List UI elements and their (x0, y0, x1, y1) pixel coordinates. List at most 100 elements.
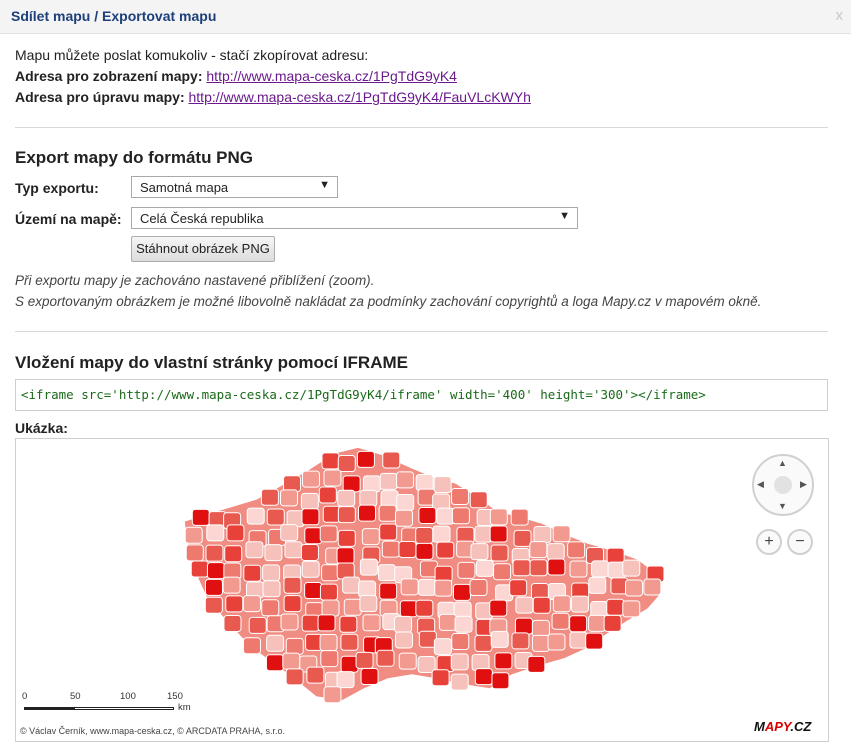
export-type-value: Samotná mapa (140, 180, 229, 195)
zoom-out-button[interactable]: − (787, 529, 813, 555)
map-district (438, 613, 457, 631)
pan-up-icon[interactable]: ▲ (778, 458, 787, 468)
map-district (190, 560, 209, 578)
map-district (490, 630, 509, 648)
map-district (493, 563, 512, 581)
map-district (591, 560, 610, 578)
map-district (282, 652, 301, 670)
dialog-title: Sdílet mapu / Exportovat mapu (11, 8, 217, 24)
download-png-button[interactable]: Stáhnout obrázek PNG (131, 236, 275, 262)
edit-url-link[interactable]: http://www.mapa-ceska.cz/1PgTdG9yK4/FauV… (189, 89, 531, 105)
map-district (396, 493, 415, 511)
edit-url-row: Adresa pro úpravu mapy: http://www.mapa-… (15, 87, 531, 108)
map-district (529, 559, 548, 577)
mapy-cz-logo[interactable]: MAPY.CZ (754, 719, 811, 734)
map-district (304, 582, 323, 600)
share-intro: Mapu můžete poslat komukoliv - stačí zko… (15, 47, 369, 63)
view-url-row: Adresa pro zobrazení mapy: http://www.ma… (15, 66, 531, 87)
dropdown-arrow-icon: ▼ (319, 179, 330, 191)
map-district (552, 525, 571, 543)
map-district (359, 489, 378, 507)
map-district (301, 508, 320, 526)
map-district (224, 545, 243, 563)
export-note-zoom: Při exportu mapy je zachováno nastavené … (15, 273, 375, 288)
map-district (533, 526, 552, 544)
map-district (415, 473, 434, 491)
dialog-titlebar: Sdílet mapu / Exportovat mapu x (0, 0, 851, 34)
map-district (643, 578, 662, 596)
map-district (266, 508, 285, 526)
map-district (415, 526, 434, 544)
view-url-link[interactable]: http://www.mapa-ceska.cz/1PgTdG9yK4 (206, 68, 457, 84)
map-district (376, 649, 395, 667)
pan-right-icon[interactable]: ▶ (800, 479, 807, 490)
map-district (509, 579, 528, 597)
pan-center[interactable] (774, 476, 792, 494)
map-district (264, 544, 283, 562)
map-district (511, 632, 530, 650)
map-district (222, 576, 241, 594)
map-district (339, 615, 358, 633)
map-district (570, 595, 589, 613)
map-district (377, 564, 396, 582)
map-scale: 0 50 100 150 km (22, 691, 202, 721)
map-district (452, 583, 471, 601)
map-district (415, 599, 434, 617)
map-district (283, 576, 302, 594)
map-district (337, 529, 356, 547)
map-district (512, 559, 531, 577)
pan-down-icon[interactable]: ▼ (778, 501, 787, 511)
map-district (398, 541, 417, 559)
map-district (474, 525, 493, 543)
map-district (489, 508, 508, 526)
map-district (569, 615, 588, 633)
area-select[interactable]: Celá Česká republika ▼ (131, 207, 578, 229)
map-district (622, 600, 641, 618)
map-district (529, 541, 548, 559)
map-district (434, 579, 453, 597)
map-district (223, 614, 242, 632)
map-district (469, 491, 488, 509)
map-district (337, 454, 356, 472)
map-district (547, 558, 566, 576)
map-district (359, 558, 378, 576)
map-district (394, 509, 413, 527)
map-district (451, 633, 470, 651)
map-district (475, 559, 494, 577)
map-district (625, 579, 644, 597)
map-district (266, 634, 285, 652)
map-district (451, 507, 470, 525)
map-district (362, 475, 381, 493)
map-district (321, 564, 340, 582)
share-section: Mapu můžete poslat komukoliv - stačí zko… (15, 45, 531, 108)
map-district (532, 596, 551, 614)
map-district (474, 634, 493, 652)
map-district (185, 544, 204, 562)
map-district (321, 599, 340, 617)
map-district (265, 654, 284, 672)
map-district (450, 653, 469, 671)
zoom-in-button[interactable]: + (756, 529, 782, 555)
scale-bar (24, 707, 74, 710)
map-district (469, 579, 488, 597)
pan-left-icon[interactable]: ◀ (757, 479, 764, 490)
iframe-code-field[interactable]: <iframe src='http://www.mapa-ceska.cz/1P… (15, 379, 828, 411)
map-district (319, 583, 338, 601)
map-district (450, 673, 469, 691)
iframe-heading: Vložení mapy do vlastní stránky pomocí I… (15, 353, 408, 372)
map-district (283, 475, 302, 493)
map-district (396, 471, 415, 489)
map-district (320, 650, 339, 668)
export-type-select[interactable]: Samotná mapa ▼ (131, 176, 338, 198)
map-district (300, 543, 319, 561)
map-district (245, 541, 264, 559)
map-district (361, 528, 380, 546)
map-district (457, 561, 476, 579)
close-icon[interactable]: x (836, 7, 844, 24)
map-preview[interactable]: ▲ ▼ ◀ ▶ + − 0 50 100 150 km © Václav Čer… (15, 438, 829, 742)
map-district (379, 582, 398, 600)
pan-control[interactable]: ▲ ▼ ◀ ▶ (752, 454, 814, 516)
export-note: Při exportu mapy je zachováno nastavené … (15, 270, 761, 312)
scale-label: 150 (167, 691, 183, 702)
map-district (317, 614, 336, 632)
